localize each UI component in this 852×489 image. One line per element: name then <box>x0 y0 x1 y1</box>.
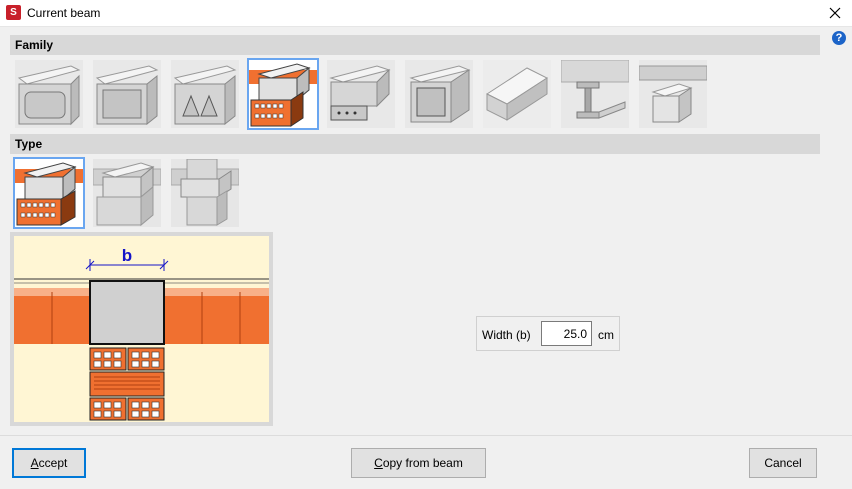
accept-label: ccept <box>38 456 68 470</box>
family-option-4[interactable] <box>247 58 319 130</box>
dimension-label-b: b <box>122 246 132 265</box>
family-option-2[interactable] <box>91 58 163 130</box>
hollow-box-girder-icon <box>405 60 473 128</box>
beam-with-ledge-icon <box>327 60 395 128</box>
type-option-3[interactable] <box>169 157 241 229</box>
width-label: Width (b) <box>482 328 531 342</box>
app-icon: S <box>6 5 21 20</box>
box-beam-icon <box>93 60 161 128</box>
cancel-button[interactable]: Cancel <box>749 448 817 478</box>
family-option-6[interactable] <box>403 58 475 130</box>
width-field-group: Width (b) cm <box>476 316 620 351</box>
concrete-block-beam-icon <box>639 60 707 128</box>
type-option-1[interactable] <box>13 157 85 229</box>
beam-on-brick-wall-icon <box>15 159 83 227</box>
width-input[interactable] <box>541 321 592 346</box>
family-option-9[interactable] <box>637 58 709 130</box>
copy-label: opy from beam <box>382 456 463 470</box>
family-section-header: Family <box>10 35 820 55</box>
family-option-7[interactable] <box>481 58 553 130</box>
solid-slab-icon <box>483 60 551 128</box>
close-button[interactable] <box>818 0 852 26</box>
close-icon <box>829 7 841 19</box>
window-title: Current beam <box>27 6 101 20</box>
family-option-1[interactable] <box>13 58 85 130</box>
brick-supported-beam-icon <box>249 60 317 128</box>
type-option-2[interactable] <box>91 157 163 229</box>
beam-section-preview: b <box>10 232 273 426</box>
accept-button[interactable]: Accept <box>12 448 86 478</box>
beam-section-diagram: b <box>14 246 269 421</box>
bottom-divider <box>0 435 852 436</box>
type-section-header: Type <box>10 134 820 154</box>
steel-i-beam-icon <box>561 60 629 128</box>
copy-from-beam-button[interactable]: Copy from beam <box>351 448 486 478</box>
hollow-core-slab-beam-icon <box>15 60 83 128</box>
accept-mnemonic: A <box>30 456 39 470</box>
beam-on-masonry-icon <box>93 159 161 227</box>
triangular-void-beam-icon <box>171 60 239 128</box>
title-bar: S Current beam <box>0 0 852 26</box>
copy-mnemonic: C <box>374 456 383 470</box>
family-option-8[interactable] <box>559 58 631 130</box>
width-unit: cm <box>598 328 614 342</box>
beam-on-pillar-icon <box>171 159 239 227</box>
family-option-5[interactable] <box>325 58 397 130</box>
family-option-3[interactable] <box>169 58 241 130</box>
help-icon[interactable]: ? <box>832 31 846 45</box>
title-divider <box>0 26 852 27</box>
